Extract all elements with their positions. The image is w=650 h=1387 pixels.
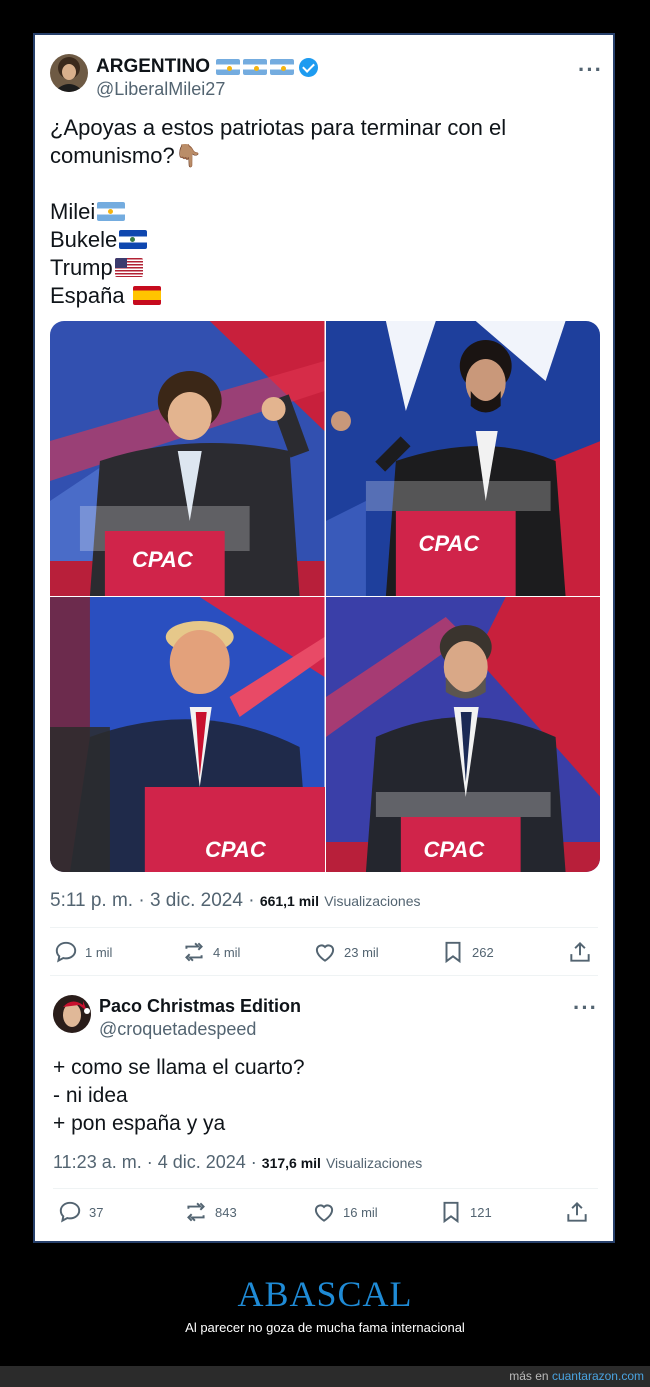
repost-count: 4 mil: [213, 944, 241, 960]
views-label: Visualizaciones: [324, 893, 421, 909]
repost-icon: [185, 942, 203, 962]
tweet-timestamp[interactable]: 11:23 a. m. · 4 dic. 2024 ·: [53, 1152, 257, 1172]
repost-count: 843: [215, 1204, 237, 1220]
like-count: 16 mil: [343, 1204, 378, 1220]
source-link[interactable]: cuantarazon.com: [552, 1369, 644, 1383]
reply-button[interactable]: 37: [57, 1199, 103, 1225]
tweet-meta: 5:11 p. m. · 3 dic. 2024 · 661,1 mil Vis…: [50, 890, 421, 912]
bookmark-count: 121: [470, 1204, 492, 1220]
spain-flag-icon: [132, 286, 161, 305]
like-button[interactable]: 16 mil: [311, 1199, 378, 1225]
source-bar: más en cuantarazon.com: [0, 1366, 650, 1387]
heart-icon: [315, 944, 335, 962]
photo-trump[interactable]: CPAC: [50, 597, 325, 872]
tweet-text-line: + como se llama el cuarto?: [53, 1056, 305, 1079]
reply-button[interactable]: 1 mil: [53, 939, 112, 965]
tweet-text-line: - ni idea: [53, 1084, 128, 1107]
avatar[interactable]: [53, 995, 91, 1033]
tweet-text-line: ¿Apoyas a estos patriotas para terminar …: [50, 115, 507, 140]
photo-grid[interactable]: CPAC CPAC CPAC CPAC: [50, 321, 600, 872]
screenshot-card: ARGENTINO @LiberalMilei27 ··· ¿Apoyas a …: [33, 33, 615, 1243]
tweet-text-line: comunismo?👇🏽: [50, 143, 203, 168]
argentina-flag-icon: [270, 59, 294, 75]
share-button[interactable]: [564, 1199, 596, 1225]
reply-icon: [55, 941, 77, 963]
repost-button[interactable]: 843: [183, 1199, 237, 1225]
cpac-label: CPAC: [418, 531, 480, 556]
divider: [50, 927, 598, 928]
views-count: 317,6 mil: [261, 1155, 321, 1171]
avatar[interactable]: [50, 54, 88, 92]
tweet-text: + como se llama el cuarto? - ni idea + p…: [53, 1054, 305, 1138]
tweet-timestamp[interactable]: 5:11 p. m. · 3 dic. 2024 ·: [50, 890, 255, 911]
argentina-flag-icon: [243, 59, 267, 75]
el-salvador-flag-icon: [119, 230, 148, 249]
bookmark-button[interactable]: 121: [438, 1199, 492, 1225]
caption-subtitle: Al parecer no goza de mucha fama interna…: [185, 1320, 465, 1335]
argentina-flag-icon: [97, 202, 126, 221]
photo-abascal[interactable]: CPAC: [325, 597, 600, 872]
cpac-label: CPAC: [423, 837, 485, 862]
cpac-label: CPAC: [205, 837, 266, 862]
share-icon: [570, 941, 590, 962]
reply-count: 37: [89, 1204, 104, 1220]
like-button[interactable]: 23 mil: [312, 939, 379, 965]
divider: [50, 975, 598, 976]
more-options-icon[interactable]: ···: [578, 59, 603, 81]
bookmark-icon: [445, 941, 461, 964]
list-item-milei: Milei: [50, 198, 590, 226]
views-count: 661,1 mil: [259, 893, 319, 909]
list-item-bukele: Bukele: [50, 226, 590, 254]
share-button[interactable]: [567, 939, 599, 965]
heart-icon: [314, 1204, 334, 1222]
author-name[interactable]: Paco Christmas Edition: [99, 996, 301, 1017]
share-icon: [567, 1201, 587, 1222]
bookmark-count: 262: [472, 944, 494, 960]
photo-milei[interactable]: CPAC: [50, 321, 325, 596]
repost-button[interactable]: 4 mil: [181, 939, 240, 965]
cpac-label: CPAC: [132, 547, 193, 572]
reply-count: 1 mil: [85, 944, 113, 960]
source-prefix: más en: [509, 1369, 549, 1383]
views-label: Visualizaciones: [325, 1155, 423, 1171]
divider: [53, 1188, 598, 1189]
repost-icon: [187, 1202, 205, 1222]
author-name-row[interactable]: ARGENTINO: [96, 56, 318, 78]
tweet-text: ¿Apoyas a estos patriotas para terminar …: [50, 114, 590, 310]
tweet-text-line: + pon españa y ya: [53, 1112, 226, 1135]
author-name-row[interactable]: Paco Christmas Edition: [99, 996, 301, 1017]
photo-bukele[interactable]: CPAC: [325, 321, 600, 596]
author-handle[interactable]: @croquetadespeed: [99, 1019, 256, 1040]
bookmark-icon: [443, 1201, 459, 1224]
caption-title: ABASCAL: [237, 1274, 413, 1314]
usa-flag-icon: [114, 258, 143, 277]
verified-badge-icon: [299, 57, 318, 77]
author-handle[interactable]: @LiberalMilei27: [96, 79, 225, 100]
argentina-flag-icon: [216, 59, 240, 75]
tweet-meta: 11:23 a. m. · 4 dic. 2024 · 317,6 mil Vi…: [53, 1152, 422, 1173]
more-options-icon[interactable]: ···: [573, 997, 598, 1019]
reply-icon: [59, 1201, 81, 1223]
bookmark-button[interactable]: 262: [440, 939, 494, 965]
author-name[interactable]: ARGENTINO: [96, 56, 210, 78]
like-count: 23 mil: [344, 944, 379, 960]
list-item-espana: España: [50, 282, 590, 310]
list-item-trump: Trump: [50, 254, 590, 282]
